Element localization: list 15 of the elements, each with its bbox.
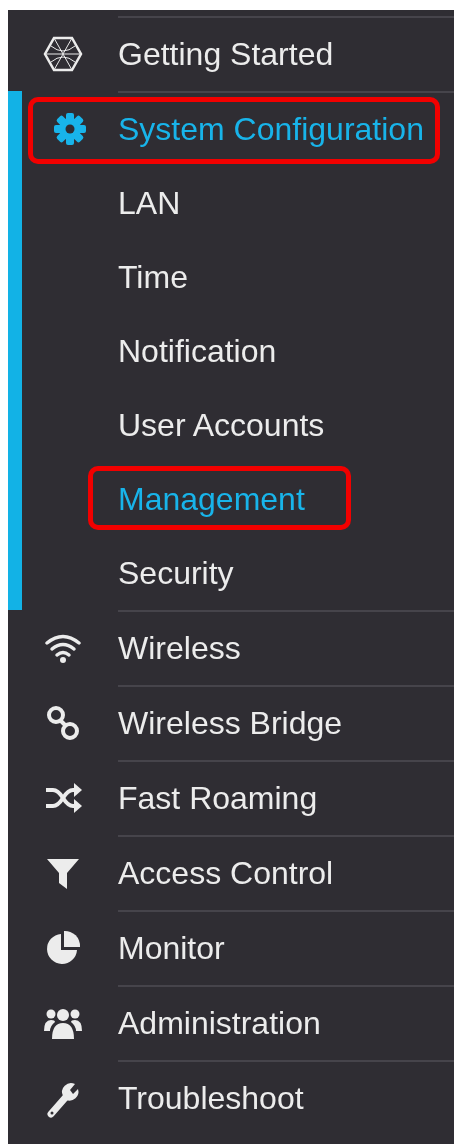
submenu-item[interactable]: Time (118, 258, 188, 295)
submenu-item[interactable]: LAN (118, 184, 181, 221)
menu-item[interactable]: Access Control (118, 855, 334, 892)
menu-item[interactable]: Fast Roaming (118, 780, 318, 817)
submenu-item[interactable]: User Accounts (118, 406, 325, 443)
submenu-item[interactable]: Notification (118, 332, 277, 369)
menu-item[interactable]: Wireless Bridge (118, 705, 343, 742)
submenu-item[interactable]: Security (118, 554, 234, 591)
menu-item[interactable]: Troubleshoot (118, 1080, 304, 1117)
menu-item[interactable]: Getting Started (118, 36, 334, 73)
menu-item[interactable]: Monitor (118, 930, 225, 967)
menu-item[interactable]: System Configuration (118, 111, 424, 148)
menu-item[interactable]: Wireless (118, 630, 241, 667)
menu-item[interactable]: Administration (118, 1005, 321, 1042)
submenu-item[interactable]: Management (118, 480, 305, 517)
